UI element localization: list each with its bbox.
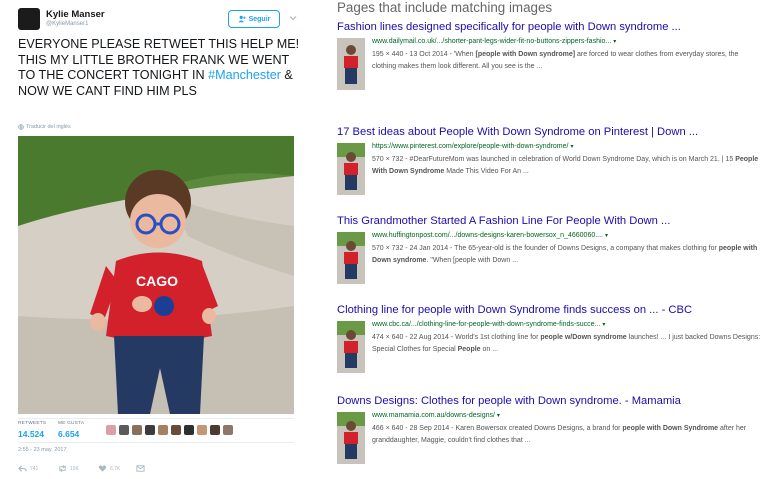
caret-down-icon[interactable]: ▾ bbox=[570, 144, 573, 150]
liker-avatar[interactable] bbox=[223, 425, 233, 435]
result-url-text: www.dailymail.co.uk/.../shorter-pant-leg… bbox=[372, 38, 612, 45]
caret-down-icon[interactable] bbox=[288, 13, 298, 23]
search-result: Fashion lines designed specifically for … bbox=[337, 21, 762, 101]
result-snippet: 570 × 732 - 24 Jan 2014 - The 65-year-ol… bbox=[372, 245, 758, 264]
tweet-photo[interactable]: CAGO bbox=[18, 136, 294, 414]
avatar[interactable] bbox=[18, 8, 40, 30]
liker-avatar[interactable] bbox=[145, 425, 155, 435]
user-name[interactable]: Kylie Manser bbox=[46, 9, 105, 20]
caret-down-icon[interactable]: ▾ bbox=[613, 39, 616, 45]
liker-avatar[interactable] bbox=[106, 425, 116, 435]
reply-icon bbox=[18, 465, 27, 472]
result-url[interactable]: www.huffingtonpost.com/.../downs-designs… bbox=[372, 232, 608, 239]
result-thumbnail[interactable] bbox=[337, 321, 365, 373]
retweets-label: RETWEETS bbox=[18, 421, 47, 426]
result-url-text: www.mamamia.com.au/downs-designs/ bbox=[372, 412, 495, 419]
result-url-text: https://www.pinterest.com/explore/people… bbox=[372, 143, 569, 150]
search-result: Downs Designs: Clothes for people with D… bbox=[337, 395, 762, 475]
likes-label: ME GUSTA bbox=[58, 421, 85, 426]
result-url-text: www.cbc.ca/.../clothing-line-for-people-… bbox=[372, 321, 601, 328]
likes-count[interactable]: 6.654 bbox=[58, 429, 79, 439]
retweets-count[interactable]: 14.524 bbox=[18, 429, 44, 439]
result-title-link[interactable]: This Grandmother Started A Fashion Line … bbox=[337, 215, 670, 227]
follow-label: Seguir bbox=[248, 15, 271, 23]
liker-avatar[interactable] bbox=[158, 425, 168, 435]
caret-down-icon[interactable]: ▾ bbox=[605, 233, 608, 239]
translate-label: Traducir del inglés bbox=[26, 124, 71, 130]
search-result: Clothing line for people with Down Syndr… bbox=[337, 304, 762, 384]
user-handle[interactable]: @KylieManser1 bbox=[46, 21, 88, 27]
globe-icon bbox=[18, 124, 24, 130]
follow-person-icon bbox=[237, 15, 246, 23]
svg-text:CAGO: CAGO bbox=[136, 273, 178, 289]
search-result: 17 Best ideas about People With Down Syn… bbox=[337, 126, 762, 206]
result-title-link[interactable]: 17 Best ideas about People With Down Syn… bbox=[337, 126, 698, 138]
direct-message-icon bbox=[136, 465, 145, 472]
like-count: 6,7K bbox=[110, 465, 121, 472]
result-thumbnail[interactable] bbox=[337, 232, 365, 284]
retweet-button[interactable]: 15K bbox=[58, 464, 79, 473]
result-title-link[interactable]: Fashion lines designed specifically for … bbox=[337, 21, 681, 33]
result-url[interactable]: www.mamamia.com.au/downs-designs/ ▾ bbox=[372, 412, 500, 419]
direct-message-button[interactable] bbox=[136, 464, 145, 473]
liker-avatar[interactable] bbox=[119, 425, 129, 435]
reply-button[interactable]: 741 bbox=[18, 464, 38, 473]
result-snippet: 570 × 732 - #DearFutureMom was launched … bbox=[372, 156, 759, 175]
result-snippet: 474 × 640 - 22 Aug 2014 - World's 1st cl… bbox=[372, 334, 761, 353]
retweet-icon bbox=[59, 465, 66, 472]
result-title-link[interactable]: Clothing line for people with Down Syndr… bbox=[337, 304, 692, 316]
liker-avatar[interactable] bbox=[171, 425, 181, 435]
result-snippet: 195 × 440 - 13 Oct 2014 - 'When [people … bbox=[372, 51, 739, 70]
divider bbox=[18, 418, 294, 419]
search-result: This Grandmother Started A Fashion Line … bbox=[337, 215, 762, 295]
tweet-text: EVERYONE PLEASE RETWEET THIS HELP ME! TH… bbox=[18, 37, 308, 99]
liker-avatar[interactable] bbox=[197, 425, 207, 435]
hashtag-link[interactable]: #Manchester bbox=[208, 68, 281, 82]
follow-button[interactable]: Seguir bbox=[228, 10, 280, 28]
result-url[interactable]: www.dailymail.co.uk/.../shorter-pant-leg… bbox=[372, 38, 616, 45]
result-url-text: www.huffingtonpost.com/.../downs-designs… bbox=[372, 232, 604, 239]
tweet-card: Kylie Manser @KylieManser1 Seguir EVERYO… bbox=[0, 0, 310, 479]
caret-down-icon[interactable]: ▾ bbox=[602, 322, 605, 328]
result-url[interactable]: https://www.pinterest.com/explore/people… bbox=[372, 143, 573, 150]
like-button[interactable]: 6,7K bbox=[98, 464, 120, 473]
liker-avatar[interactable] bbox=[132, 425, 142, 435]
retweet-count: 15K bbox=[70, 465, 79, 472]
caret-down-icon[interactable]: ▾ bbox=[497, 413, 500, 419]
result-thumbnail[interactable] bbox=[337, 143, 365, 195]
result-title-link[interactable]: Downs Designs: Clothes for people with D… bbox=[337, 395, 681, 407]
result-thumbnail[interactable] bbox=[337, 412, 365, 464]
tweet-timestamp[interactable]: 2:55 - 23 may. 2017 bbox=[18, 447, 67, 453]
heart-icon bbox=[98, 465, 107, 472]
divider bbox=[18, 442, 294, 443]
result-thumbnail[interactable] bbox=[337, 38, 365, 90]
translate-link[interactable]: Traducir del inglés bbox=[18, 124, 71, 130]
liker-avatar[interactable] bbox=[184, 425, 194, 435]
result-url[interactable]: www.cbc.ca/.../clothing-line-for-people-… bbox=[372, 321, 605, 328]
results-heading: Pages that include matching images bbox=[337, 0, 553, 15]
reply-count: 741 bbox=[30, 465, 39, 472]
liker-avatar[interactable] bbox=[210, 425, 220, 435]
result-snippet: 466 × 640 - 28 Sep 2014 - Karen Bowersox… bbox=[372, 425, 747, 444]
